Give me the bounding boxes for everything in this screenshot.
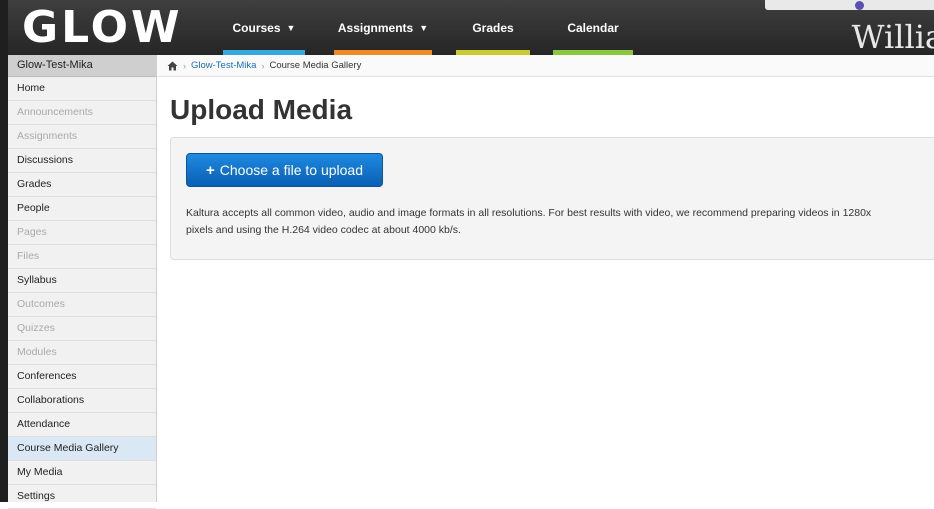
course-sidebar: Glow-Test-Mika Home Announcements Assignme…	[8, 55, 157, 509]
chevron-right-icon: ›	[261, 60, 265, 71]
nav-grades[interactable]: Grades	[456, 0, 530, 55]
sidebar-item-settings[interactable]: Settings	[8, 485, 156, 509]
sidebar-item-files: Files	[8, 245, 156, 269]
sidebar-item-course-media-gallery[interactable]: Course Media Gallery	[8, 437, 156, 461]
user-menu-strip[interactable]	[765, 0, 934, 10]
sidebar-item-home[interactable]: Home	[8, 77, 156, 101]
sidebar-item-syllabus[interactable]: Syllabus	[8, 269, 156, 293]
sidebar-item-discussions[interactable]: Discussions	[8, 149, 156, 173]
institution-wordmark: Willia	[851, 18, 934, 55]
sidebar-item-conferences[interactable]: Conferences	[8, 365, 156, 389]
page-title: Upload Media	[170, 94, 353, 125]
sidebar-item-people[interactable]: People	[8, 197, 156, 221]
nav-assignments[interactable]: Assignments ▼	[334, 0, 432, 55]
window-frame-edge	[0, 0, 8, 502]
breadcrumb: › Glow-Test-Mika › Course Media Gallery	[157, 55, 934, 77]
plus-icon: +	[206, 161, 215, 179]
breadcrumb-course-link[interactable]: Glow-Test-Mika	[191, 60, 256, 71]
sidebar-course-title[interactable]: Glow-Test-Mika	[8, 55, 156, 77]
sidebar-nav-list: Home Announcements Assignments Discussions G…	[8, 77, 156, 509]
sidebar-item-my-media[interactable]: My Media	[8, 461, 156, 485]
nav-courses-label: Courses	[232, 20, 281, 35]
choose-file-button-label: Choose a file to upload	[219, 162, 363, 178]
glow-logo[interactable]: GLOW	[22, 6, 183, 50]
sidebar-item-pages: Pages	[8, 221, 156, 245]
user-avatar-icon	[855, 1, 864, 10]
choose-file-button[interactable]: + Choose a file to upload	[186, 153, 383, 187]
home-icon[interactable]	[167, 61, 178, 71]
chevron-right-icon: ›	[183, 60, 186, 71]
sidebar-item-assignments: Assignments	[8, 125, 156, 149]
upload-description: Kaltura accepts all common video, audio …	[186, 207, 872, 236]
chevron-down-icon: ▼	[286, 22, 296, 33]
nav-assignments-label: Assignments	[337, 20, 414, 35]
nav-courses[interactable]: Courses ▼	[223, 0, 305, 55]
sidebar-item-modules: Modules	[8, 341, 156, 365]
sidebar-item-attendance[interactable]: Attendance	[8, 413, 156, 437]
nav-calendar-label: Calendar	[567, 20, 619, 35]
sidebar-item-grades[interactable]: Grades	[8, 173, 156, 197]
sidebar-item-announcements: Announcements	[8, 101, 156, 125]
upload-panel: + Choose a file to upload Kaltura accept…	[170, 137, 934, 260]
sidebar-item-collaborations[interactable]: Collaborations	[8, 389, 156, 413]
breadcrumb-current: Course Media Gallery	[269, 60, 362, 71]
nav-grades-label: Grades	[472, 20, 514, 35]
chevron-down-icon: ▼	[419, 22, 429, 33]
sidebar-item-quizzes: Quizzes	[8, 317, 156, 341]
sidebar-item-outcomes: Outcomes	[8, 293, 156, 317]
global-header: GLOW Courses ▼ Assignments ▼ Grades Cale…	[8, 0, 934, 55]
nav-calendar[interactable]: Calendar	[553, 0, 633, 55]
